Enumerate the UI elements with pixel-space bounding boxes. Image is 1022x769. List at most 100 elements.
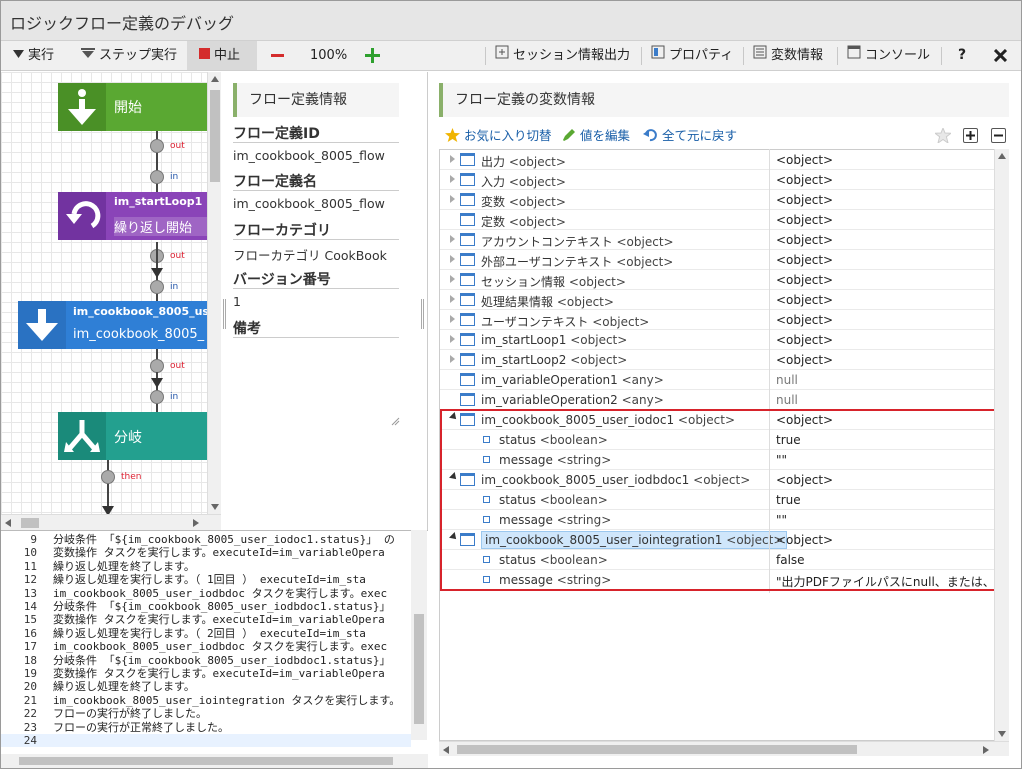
chevron-left-icon[interactable]: [5, 519, 11, 527]
variable-value[interactable]: <object>: [776, 233, 833, 247]
scroll-thumb[interactable]: [19, 757, 393, 765]
expand-arrow-icon[interactable]: [450, 335, 455, 343]
flow-node-task[interactable]: im_cookbook_8005_user im_cookbook_8005_: [18, 301, 207, 349]
variable-row[interactable]: 入力 <object> <object>: [440, 170, 1008, 190]
in-port[interactable]: [150, 170, 164, 184]
scroll-thumb[interactable]: [21, 518, 39, 528]
variable-row[interactable]: 変数 <object> <object>: [440, 190, 1008, 210]
reset-all-button[interactable]: 全て元に戻す: [643, 125, 737, 144]
chevron-down-icon[interactable]: [211, 504, 219, 510]
scroll-thumb[interactable]: [210, 90, 220, 182]
flow-node-branch[interactable]: 分岐: [58, 412, 207, 460]
variable-row[interactable]: im_variableOperation2 <any> null: [440, 390, 1008, 410]
variable-value[interactable]: <object>: [776, 253, 833, 267]
canvas-horizontal-scrollbar[interactable]: [1, 514, 221, 530]
properties-button[interactable]: プロパティ: [651, 41, 733, 70]
resize-grip-icon[interactable]: [390, 416, 400, 426]
variable-row[interactable]: アカウントコンテキスト <object> <object>: [440, 230, 1008, 250]
session-output-button[interactable]: セッション情報出力: [495, 41, 630, 70]
chevron-down-icon[interactable]: [998, 731, 1006, 737]
run-button[interactable]: 実行: [13, 41, 54, 70]
star-outline-icon[interactable]: [935, 128, 951, 143]
flow-canvas[interactable]: 開始 out in im_startLoop1 繰り返し開始 out in im…: [1, 72, 221, 530]
chevron-up-icon[interactable]: [998, 153, 1006, 159]
edit-value-button[interactable]: 値を編集: [561, 125, 630, 144]
flow-node-startloop[interactable]: im_startLoop1 繰り返し開始: [58, 192, 207, 240]
expand-arrow-icon[interactable]: [450, 235, 455, 243]
log-horizontal-scrollbar[interactable]: [1, 754, 428, 768]
out-port[interactable]: [150, 359, 164, 373]
flow-node-start[interactable]: 開始: [58, 83, 207, 131]
flow-category-label: フローカテゴリ: [233, 223, 331, 239]
log-line-number: 20: [23, 680, 37, 694]
scroll-thumb[interactable]: [457, 745, 857, 754]
then-port[interactable]: [101, 470, 115, 484]
expand-arrow-icon[interactable]: [450, 295, 455, 303]
expand-arrow-icon[interactable]: [450, 355, 455, 363]
chevron-right-icon[interactable]: [983, 746, 989, 754]
grid-horizontal-scrollbar[interactable]: [439, 741, 1009, 756]
in-port[interactable]: [150, 390, 164, 404]
variable-type: <object>: [508, 195, 566, 209]
flow-category-value: フローカテゴリ CookBook: [233, 248, 387, 263]
variable-row[interactable]: セッション情報 <object> <object>: [440, 270, 1008, 290]
variable-value[interactable]: null: [776, 393, 798, 407]
grid-vertical-scrollbar[interactable]: [994, 149, 1009, 741]
log-vertical-scrollbar[interactable]: [411, 530, 427, 740]
step-button[interactable]: ステップ実行: [81, 41, 177, 70]
splitter-handle[interactable]: [421, 299, 424, 329]
variable-value[interactable]: <object>: [776, 333, 833, 347]
variable-value[interactable]: <object>: [776, 173, 833, 187]
out-port-label: out: [170, 141, 185, 151]
variable-value[interactable]: <object>: [776, 273, 833, 287]
zoom-in-button[interactable]: [365, 41, 380, 70]
zoom-out-button[interactable]: [271, 41, 284, 70]
in-port[interactable]: [150, 280, 164, 294]
canvas-vertical-scrollbar[interactable]: [207, 72, 221, 514]
variable-value[interactable]: <object>: [776, 353, 833, 367]
variables-icon: [753, 41, 767, 70]
expand-arrow-icon[interactable]: [450, 255, 455, 263]
variable-row[interactable]: 外部ユーザコンテキスト <object> <object>: [440, 250, 1008, 270]
step-icon: [81, 41, 95, 70]
flow-id-label: フロー定義ID: [233, 126, 320, 142]
favorite-toggle-button[interactable]: お気に入り切替: [445, 125, 552, 144]
expand-arrow-icon[interactable]: [450, 155, 455, 163]
variable-name-text: im_variableOperation1: [481, 373, 618, 387]
variable-value[interactable]: <object>: [776, 313, 833, 327]
variable-row[interactable]: ユーザコンテキスト <object> <object>: [440, 310, 1008, 330]
version-value: 1: [233, 294, 241, 309]
variable-row[interactable]: im_startLoop1 <object> <object>: [440, 330, 1008, 350]
variable-row[interactable]: 出力 <object> <object>: [440, 150, 1008, 170]
variable-value[interactable]: null: [776, 373, 798, 387]
console-button[interactable]: コンソール: [847, 41, 930, 70]
execution-log[interactable]: 9 分岐条件 「${im_cookbook_8005_user_iodoc1.st…: [1, 530, 428, 768]
chevron-right-icon[interactable]: [193, 519, 199, 527]
variable-row[interactable]: im_variableOperation1 <any> null: [440, 370, 1008, 390]
scroll-thumb[interactable]: [414, 614, 424, 724]
variable-value[interactable]: <object>: [776, 153, 833, 167]
expand-arrow-icon[interactable]: [450, 275, 455, 283]
help-button[interactable]: ?: [958, 41, 966, 70]
stop-button[interactable]: 中止: [187, 41, 257, 70]
expand-arrow-icon[interactable]: [450, 315, 455, 323]
chevron-up-icon[interactable]: [211, 76, 219, 82]
variables-button[interactable]: 変数情報: [753, 41, 823, 70]
expand-all-button[interactable]: [963, 128, 978, 143]
splitter-handle[interactable]: [223, 299, 226, 329]
out-port[interactable]: [150, 139, 164, 153]
chevron-left-icon[interactable]: [443, 746, 449, 754]
variable-value[interactable]: <object>: [776, 193, 833, 207]
variable-name-text: 処理結果情報: [481, 295, 554, 309]
variables-toolbar: お気に入り切替 値を編集 全て元に戻す: [439, 125, 1019, 147]
variable-row[interactable]: 定数 <object> <object>: [440, 210, 1008, 230]
collapse-all-button[interactable]: [991, 128, 1006, 143]
variable-value[interactable]: <object>: [776, 213, 833, 227]
close-button[interactable]: [993, 41, 1008, 70]
variable-value[interactable]: <object>: [776, 293, 833, 307]
variable-row[interactable]: im_startLoop2 <object> <object>: [440, 350, 1008, 370]
expand-arrow-icon[interactable]: [450, 175, 455, 183]
expand-arrow-icon[interactable]: [450, 195, 455, 203]
object-icon: [460, 153, 475, 166]
variable-row[interactable]: 処理結果情報 <object> <object>: [440, 290, 1008, 310]
